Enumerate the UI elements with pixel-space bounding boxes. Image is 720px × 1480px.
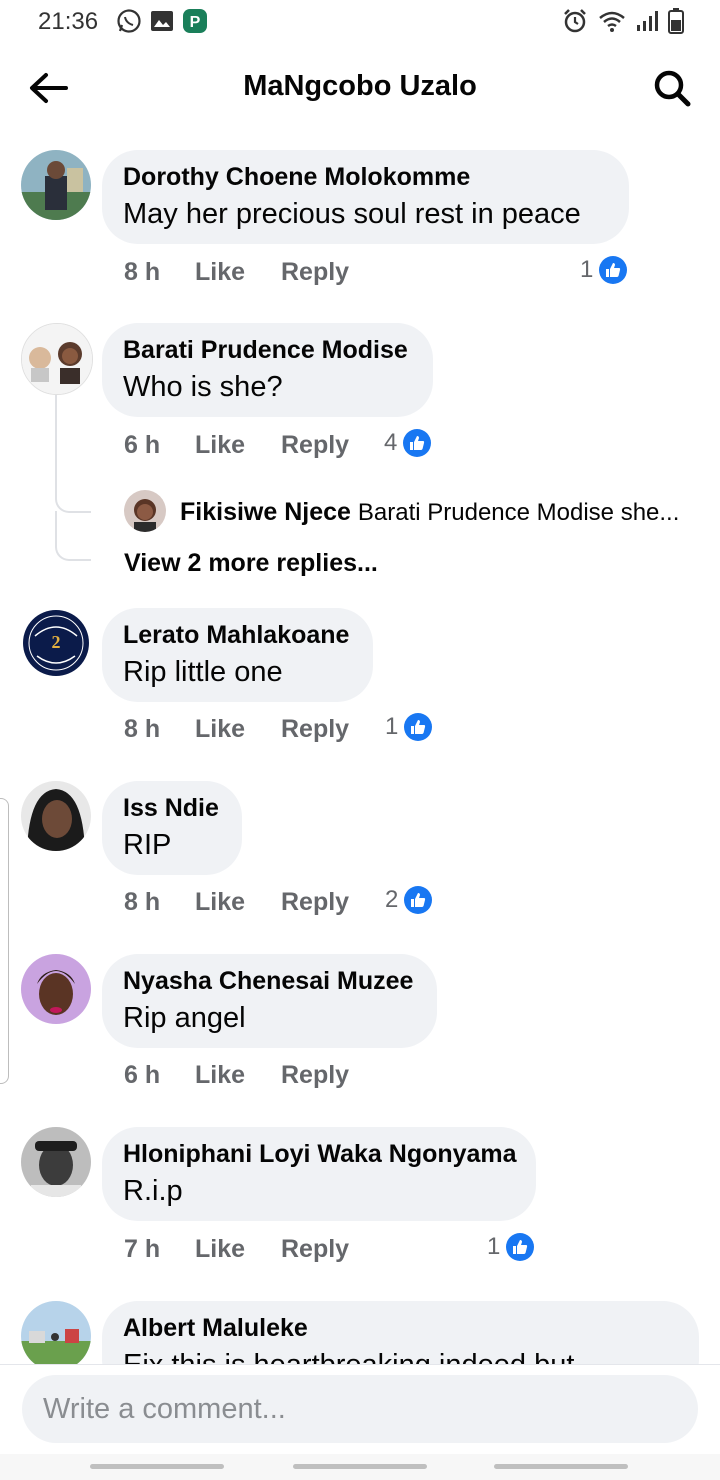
comment-text: RIP — [123, 829, 172, 861]
reaction-count[interactable]: 1 — [487, 1233, 535, 1261]
app-badge-icon: P — [183, 9, 207, 33]
reply-button[interactable]: Reply — [281, 258, 349, 287]
comment-text: May her precious soul rest in peace — [123, 198, 581, 230]
svg-text:P: P — [190, 14, 201, 31]
recent-apps-button[interactable] — [90, 1464, 224, 1469]
search-button[interactable] — [650, 66, 694, 110]
view-more-replies-link[interactable]: View 2 more replies... — [124, 549, 378, 578]
comment-bubble[interactable]: Lerato Mahlakoane Rip little one — [102, 608, 373, 702]
commenter-name[interactable]: Iss Ndie — [123, 793, 220, 823]
edge-panel-handle[interactable] — [0, 798, 9, 1084]
commenter-name[interactable]: Dorothy Choene Molokomme — [123, 162, 607, 192]
avatar[interactable] — [21, 150, 91, 220]
app-header: MaNgcobo Uzalo — [0, 50, 720, 126]
comment-bubble[interactable]: Iss Ndie RIP — [102, 781, 242, 875]
like-button[interactable]: Like — [195, 431, 245, 460]
like-button[interactable]: Like — [195, 715, 245, 744]
comment-composer — [0, 1364, 720, 1455]
commenter-name[interactable]: Nyasha Chenesai Muzee — [123, 966, 415, 996]
reply-button[interactable]: Reply — [281, 431, 349, 460]
avatar[interactable] — [21, 781, 91, 851]
whatsapp-icon — [117, 9, 141, 33]
comment-text: Eix this is heartbreaking indeed but — [123, 1345, 677, 1364]
like-button[interactable]: Like — [195, 1061, 245, 1090]
reply-button[interactable]: Reply — [281, 715, 349, 744]
like-button[interactable]: Like — [195, 258, 245, 287]
reply-button[interactable]: Reply — [281, 1061, 349, 1090]
reaction-number: 1 — [580, 256, 594, 283]
comment-bubble[interactable]: Dorothy Choene Molokomme May her preciou… — [102, 150, 629, 244]
status-bar: 21:36 P — [0, 0, 720, 44]
thumbs-up-icon — [506, 1233, 535, 1261]
thumbs-up-icon — [599, 256, 628, 284]
like-button[interactable]: Like — [195, 1235, 245, 1264]
reply-preview[interactable]: Fikisiwe Njece Barati Prudence Modise sh… — [180, 498, 700, 527]
reaction-number: 1 — [385, 713, 399, 740]
comment-text: Rip little one — [123, 656, 283, 688]
reaction-count[interactable]: 1 — [580, 256, 628, 284]
reaction-count[interactable]: 1 — [385, 713, 433, 741]
comment-text: Rip angel — [123, 1002, 246, 1034]
comment-input[interactable] — [22, 1375, 698, 1443]
alarm-icon — [564, 9, 586, 33]
thumbs-up-icon — [403, 429, 432, 457]
thread-connector — [55, 543, 91, 561]
comment-time: 7 h — [124, 1235, 161, 1263]
reaction-count[interactable]: 4 — [384, 429, 432, 457]
page-title: MaNgcobo Uzalo — [243, 70, 477, 102]
reply-text: Barati Prudence Modise she... — [357, 499, 680, 526]
commenter-name[interactable]: Albert Maluleke — [123, 1313, 677, 1343]
svg-text:2: 2 — [52, 632, 61, 652]
reaction-count[interactable]: 2 — [385, 886, 433, 914]
comment-bubble[interactable]: Albert Maluleke Eix this is heartbreakin… — [102, 1301, 699, 1364]
reply-button[interactable]: Reply — [281, 888, 349, 917]
search-icon — [654, 70, 691, 107]
avatar[interactable] — [124, 490, 166, 532]
avatar[interactable] — [21, 323, 93, 395]
reply-button[interactable]: Reply — [281, 1235, 349, 1264]
avatar[interactable]: 2 — [21, 608, 91, 678]
status-time: 21:36 — [38, 8, 99, 35]
thumbs-up-icon — [404, 713, 433, 741]
home-button[interactable] — [293, 1464, 427, 1469]
comment-time: 8 h — [124, 888, 161, 916]
comment-time: 8 h — [124, 258, 161, 286]
thumbs-up-icon — [404, 886, 433, 914]
comment-bubble[interactable]: Hloniphani Loyi Waka Ngonyama R.i.p — [102, 1127, 536, 1221]
system-nav-bar — [0, 1454, 720, 1480]
thread-line — [55, 395, 57, 495]
battery-icon — [668, 8, 684, 34]
wifi-icon — [599, 11, 625, 32]
signal-icon — [637, 11, 658, 31]
comment-bubble[interactable]: Nyasha Chenesai Muzee Rip angel — [102, 954, 437, 1048]
thread-line — [55, 511, 57, 543]
comment-time: 6 h — [124, 431, 161, 459]
thread-connector — [55, 495, 91, 513]
comment-text: Who is she? — [123, 371, 283, 403]
avatar[interactable] — [21, 1301, 91, 1364]
comment-time: 6 h — [124, 1061, 161, 1089]
avatar[interactable] — [21, 1127, 91, 1197]
comments-list: Dorothy Choene Molokomme May her preciou… — [0, 128, 720, 1364]
commenter-name[interactable]: Hloniphani Loyi Waka Ngonyama — [123, 1139, 517, 1169]
reaction-number: 4 — [384, 429, 398, 456]
reply-author[interactable]: Fikisiwe Njece — [180, 498, 351, 526]
reaction-number: 2 — [385, 886, 399, 913]
commenter-name[interactable]: Barati Prudence Modise — [123, 335, 411, 365]
reaction-number: 1 — [487, 1233, 501, 1260]
comment-bubble[interactable]: Barati Prudence Modise Who is she? — [102, 323, 433, 417]
avatar[interactable] — [21, 954, 91, 1024]
comment-text: R.i.p — [123, 1175, 183, 1207]
like-button[interactable]: Like — [195, 888, 245, 917]
comment-time: 8 h — [124, 715, 161, 743]
back-nav-button[interactable] — [494, 1464, 628, 1469]
gallery-icon — [151, 11, 173, 31]
commenter-name[interactable]: Lerato Mahlakoane — [123, 620, 351, 650]
